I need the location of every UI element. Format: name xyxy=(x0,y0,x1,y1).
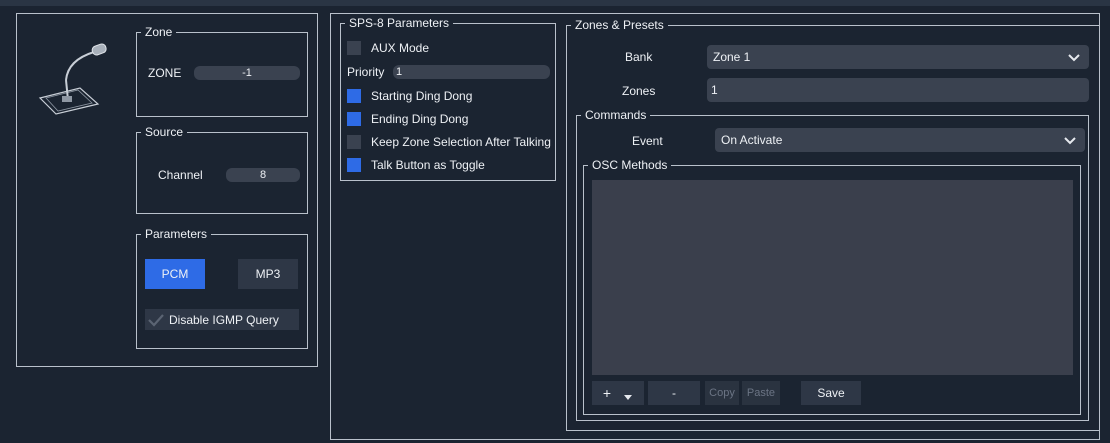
add-osc-button[interactable]: + xyxy=(592,381,644,405)
channel-input[interactable]: 8 xyxy=(226,168,300,182)
aux-mode-label: AUX Mode xyxy=(371,41,430,55)
bank-label: Bank xyxy=(625,50,653,64)
paste-osc-button[interactable]: Paste xyxy=(742,381,780,405)
ending-ding-dong-box xyxy=(347,112,361,126)
aux-mode-box xyxy=(347,41,361,55)
zones-input[interactable]: 1 xyxy=(707,78,1089,102)
osc-methods-list[interactable] xyxy=(592,180,1073,375)
keep-zone-selection-checkbox[interactable]: Keep Zone Selection After Talking xyxy=(347,134,551,150)
event-label: Event xyxy=(632,134,663,148)
top-band xyxy=(0,0,1110,6)
talk-button-toggle-checkbox[interactable]: Talk Button as Toggle xyxy=(347,157,485,173)
parameters-legend: Parameters xyxy=(145,227,208,241)
sps8-legend: SPS-8 Parameters xyxy=(349,16,450,30)
source-legend: Source xyxy=(145,125,184,139)
priority-label: Priority xyxy=(347,65,385,79)
bank-select[interactable]: Zone 1 xyxy=(707,45,1089,69)
commands-legend: Commands xyxy=(585,108,647,122)
zones-value: 1 xyxy=(711,83,718,97)
priority-input[interactable]: 1 xyxy=(393,65,550,79)
bank-value: Zone 1 xyxy=(713,50,751,64)
checkmark-icon xyxy=(147,312,165,328)
starting-ding-dong-label: Starting Ding Dong xyxy=(371,89,473,103)
osc-methods-legend: OSC Methods xyxy=(592,158,668,172)
remove-osc-button[interactable]: - xyxy=(648,381,700,405)
disable-igmp-label: Disable IGMP Query xyxy=(169,312,279,327)
event-select[interactable]: On Activate xyxy=(715,128,1085,152)
ending-ding-dong-checkbox[interactable]: Ending Ding Dong xyxy=(347,111,468,127)
talk-button-toggle-box xyxy=(347,158,361,172)
zones-label: Zones xyxy=(622,84,656,98)
event-value: On Activate xyxy=(721,133,783,147)
copy-osc-button[interactable]: Copy xyxy=(705,381,739,405)
ending-ding-dong-label: Ending Ding Dong xyxy=(371,112,469,126)
dropdown-arrow-icon xyxy=(624,395,633,400)
zones-presets-legend: Zones & Presets xyxy=(575,18,664,32)
keep-zone-selection-box xyxy=(347,135,361,149)
channel-label: Channel xyxy=(158,168,203,182)
microphone-icon xyxy=(32,40,112,118)
chevron-down-icon xyxy=(1068,54,1080,62)
aux-mode-checkbox[interactable]: AUX Mode xyxy=(347,40,429,56)
zone-legend: Zone xyxy=(145,25,173,39)
mp3-button[interactable]: MP3 xyxy=(238,259,298,289)
keep-zone-selection-label: Keep Zone Selection After Talking xyxy=(371,135,551,149)
starting-ding-dong-box xyxy=(347,89,361,103)
add-osc-label: + xyxy=(602,385,612,401)
chevron-down-icon xyxy=(1064,137,1076,145)
pcm-button[interactable]: PCM xyxy=(145,259,205,289)
zone-input[interactable]: -1 xyxy=(194,66,300,80)
talk-button-toggle-label: Talk Button as Toggle xyxy=(371,158,485,172)
disable-igmp-toggle[interactable]: Disable IGMP Query xyxy=(145,309,299,330)
save-osc-button[interactable]: Save xyxy=(801,381,861,405)
zone-label: ZONE xyxy=(148,66,182,80)
starting-ding-dong-checkbox[interactable]: Starting Ding Dong xyxy=(347,88,472,104)
